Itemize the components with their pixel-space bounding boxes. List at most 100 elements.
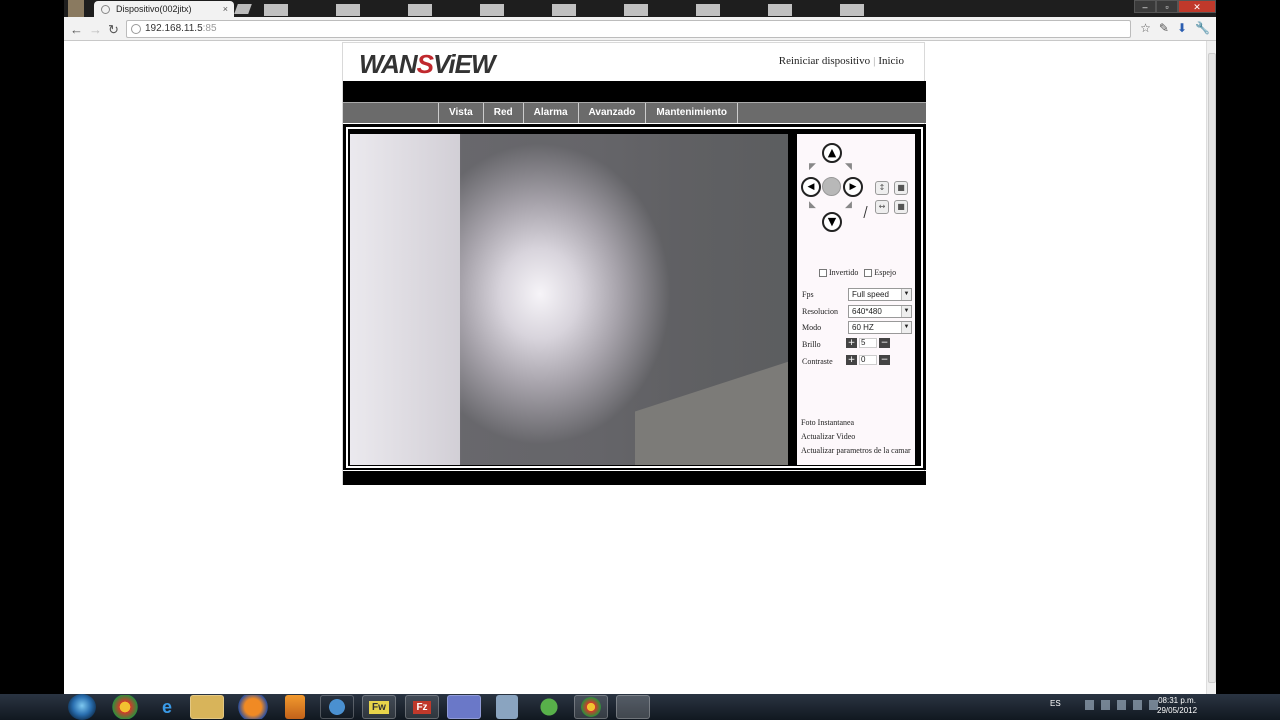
address-bar[interactable]: 192.168.11.5:85 (126, 20, 1131, 38)
pan-down-left-icon[interactable]: ◣ (809, 200, 816, 210)
main-menu: Vista Red Alarma Avanzado Mantenimiento (438, 103, 738, 123)
chevron-down-icon: ▼ (901, 322, 911, 333)
action-links: Foto Instantanea Actualizar Video Actual… (801, 416, 911, 458)
vertical-patrol-button[interactable]: ↕ (875, 181, 889, 195)
wrench-icon[interactable]: 🔧 (1195, 21, 1210, 35)
contrast-input[interactable]: 0 (859, 355, 877, 365)
bg-tab[interactable] (336, 4, 360, 16)
taskbar-calc-icon[interactable] (496, 695, 518, 719)
back-icon[interactable]: ← (70, 22, 83, 37)
flag-icon[interactable] (1085, 700, 1094, 710)
horizontal-patrol-button[interactable]: ↔ (875, 200, 889, 214)
pan-left-button[interactable]: ◀ (801, 177, 821, 197)
center-button[interactable] (822, 177, 841, 196)
pan-up-left-icon[interactable]: ◤ (809, 162, 816, 172)
taskbar-explorer-icon[interactable] (190, 695, 224, 719)
forward-icon[interactable]: → (89, 22, 102, 37)
wanscam-logo: WANSViEW (359, 49, 496, 80)
fireworks-label: Fw (369, 701, 389, 714)
top-links: Reiniciar dispositivo | Inicio (779, 55, 904, 67)
mode-select[interactable]: 60 HZ ▼ (848, 321, 912, 334)
horizontal-stop-button[interactable]: ■ (894, 200, 908, 214)
taskbar-camera-app-icon[interactable] (616, 695, 650, 719)
reboot-link[interactable]: Reiniciar dispositivo (779, 55, 870, 67)
tab-close-icon[interactable]: × (223, 4, 228, 14)
bg-tab[interactable] (768, 4, 792, 16)
close-window-button[interactable]: ✕ (1178, 0, 1216, 13)
bg-tab[interactable] (264, 4, 288, 16)
taskbar-network-icon[interactable] (532, 695, 566, 719)
fps-select[interactable]: Full speed ▼ (848, 288, 912, 301)
minimize-button[interactable]: – (1134, 0, 1156, 13)
pan-down-right-icon[interactable]: ◢ (845, 200, 852, 210)
refresh-params-link[interactable]: Actualizar parametros de la camar (801, 444, 911, 458)
live-video[interactable] (350, 134, 788, 465)
taskbar-thunderbird-icon[interactable] (320, 695, 354, 719)
page-scrollbar[interactable] (1206, 41, 1216, 694)
reload-icon[interactable]: ↻ (108, 22, 119, 38)
bg-tab[interactable] (480, 4, 504, 16)
mirror-option[interactable]: Espejo (864, 268, 896, 277)
taskbar-filezilla-icon[interactable]: Fz (405, 695, 439, 719)
menu-item-alarma[interactable]: Alarma (522, 103, 578, 123)
network-icon[interactable] (1117, 700, 1126, 710)
video-floor (635, 346, 788, 465)
scrollbar-thumb[interactable] (1208, 53, 1216, 683)
resolution-select[interactable]: 640*480 ▼ (848, 305, 912, 318)
system-clock[interactable]: 08:31 p.m. 29/05/2012 (1157, 696, 1197, 716)
snapshot-link[interactable]: Foto Instantanea (801, 416, 911, 430)
pan-down-button[interactable]: ▼ (822, 212, 842, 232)
taskbar-fireworks-icon[interactable]: Fw (362, 695, 396, 719)
clock-date: 29/05/2012 (1157, 706, 1198, 715)
bg-tab[interactable] (840, 4, 864, 16)
filezilla-label: Fz (413, 701, 431, 714)
taskbar-firefox-icon[interactable] (236, 695, 270, 719)
app-tray-icon[interactable] (1133, 700, 1142, 710)
bg-tab[interactable] (552, 4, 576, 16)
maximize-button[interactable]: ▫ (1156, 0, 1178, 13)
download-icon[interactable]: ⬇ (1177, 21, 1187, 35)
bg-tab[interactable] (408, 4, 432, 16)
logo-prefix: WAN (359, 49, 418, 79)
pan-right-button[interactable]: ▶ (843, 177, 863, 197)
taskbar-ie-icon[interactable]: e (150, 695, 184, 719)
invert-checkbox[interactable] (819, 268, 827, 277)
brightness-minus-button[interactable]: − (879, 338, 890, 348)
new-tab-button[interactable] (234, 4, 252, 14)
signal-icon[interactable] (1101, 700, 1110, 710)
contrast-label: Contraste (802, 357, 833, 366)
page-action-icon[interactable]: ✎ (1159, 21, 1169, 35)
taskbar-media-icon[interactable] (285, 695, 305, 719)
home-link[interactable]: Inicio (878, 55, 904, 67)
refresh-video-link[interactable]: Actualizar Video (801, 430, 911, 444)
brightness-plus-button[interactable]: + (846, 338, 857, 348)
video-bright-wall (350, 134, 460, 465)
language-indicator[interactable]: ES (1050, 699, 1061, 708)
pan-up-button[interactable]: ▲ (822, 143, 842, 163)
menu-item-red[interactable]: Red (482, 103, 523, 123)
tab-dispositivo[interactable]: Dispositivo(002jitx) × (94, 1, 234, 18)
taskbar-chrome-icon[interactable] (108, 695, 142, 719)
brightness-row: Brillo + 5 − (802, 338, 914, 352)
contrast-plus-button[interactable]: + (846, 355, 857, 365)
taskbar-outlook-icon[interactable] (447, 695, 481, 719)
mirror-checkbox[interactable] (864, 268, 873, 277)
bg-tab[interactable] (696, 4, 720, 16)
menu-item-mantenimiento[interactable]: Mantenimiento (645, 103, 738, 123)
contrast-minus-button[interactable]: − (879, 355, 890, 365)
toolbar-icons: ☆ ✎ ⬇ 🔧 (1140, 21, 1210, 35)
menu-item-vista[interactable]: Vista (438, 103, 483, 123)
content-area: ▲ ◀ ▶ ▼ ◤ ◥ ◣ ◢ ↕ ■ ↔ ■ Invertido Espejo (343, 124, 926, 470)
globe-icon (101, 5, 110, 14)
vertical-stop-button[interactable]: ■ (894, 181, 908, 195)
start-button[interactable] (68, 694, 96, 720)
bg-tab[interactable] (624, 4, 648, 16)
invert-option[interactable]: Invertido (819, 268, 858, 277)
menu-item-avanzado[interactable]: Avanzado (577, 103, 646, 123)
resolution-value: 640*480 (852, 307, 882, 316)
pan-up-right-icon[interactable]: ◥ (845, 162, 852, 172)
brightness-label: Brillo (802, 340, 821, 349)
bookmark-star-icon[interactable]: ☆ (1140, 21, 1151, 35)
taskbar-chrome-open-icon[interactable] (574, 695, 608, 719)
brightness-input[interactable]: 5 (859, 338, 877, 348)
